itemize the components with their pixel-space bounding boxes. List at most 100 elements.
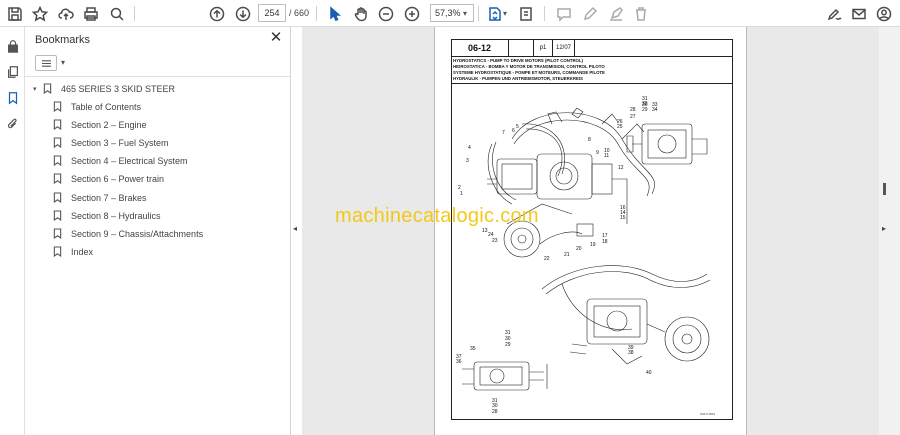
next-page-icon[interactable] <box>232 3 254 24</box>
svg-text:28: 28 <box>630 107 636 113</box>
bookmark-icon <box>53 191 63 204</box>
chevron-down-icon[interactable]: ▾ <box>61 58 65 67</box>
bookmark-icon <box>53 245 63 258</box>
bookmark-item[interactable]: Table of Contents <box>53 98 141 115</box>
svg-text:27: 27 <box>630 114 636 120</box>
delete-icon[interactable] <box>630 3 652 24</box>
bookmark-item[interactable]: Section 2 – Engine <box>53 116 147 133</box>
bookmark-item-label: Section 2 – Engine <box>71 119 147 130</box>
hydraulic-exploded-diagram: 12 34 56 78 9 10 1112 1314 1516 1718 1920… <box>456 96 711 415</box>
svg-text:2: 2 <box>458 185 461 191</box>
highlight-icon[interactable] <box>605 3 627 24</box>
close-icon[interactable]: ✕ <box>268 30 284 46</box>
bookmark-icon <box>53 100 63 113</box>
svg-text:4: 4 <box>468 145 471 151</box>
bookmark-item-label: Section 7 – Brakes <box>71 192 147 203</box>
svg-text:22: 22 <box>544 256 550 262</box>
bookmark-icon <box>53 209 63 222</box>
svg-text:1: 1 <box>460 191 463 197</box>
bookmark-icon <box>53 136 63 149</box>
svg-text:6: 6 <box>512 128 515 134</box>
svg-text:32: 32 <box>642 101 648 107</box>
bookmark-item[interactable]: Section 3 – Fuel System <box>53 134 169 151</box>
svg-text:35: 35 <box>470 346 476 352</box>
svg-text:21: 21 <box>564 252 570 258</box>
bookmark-item-label: Table of Contents <box>71 101 142 112</box>
bookmarks-panel-icon[interactable] <box>4 89 21 106</box>
comment-icon[interactable] <box>553 3 575 24</box>
svg-text:24: 24 <box>488 232 494 238</box>
svg-text:16: 16 <box>620 205 626 211</box>
main-toolbar: 254 / 660 57,3% ▾ ▾ <box>0 0 900 27</box>
bookmark-icon <box>53 172 63 185</box>
bookmark-item-label: Section 9 – Chassis/Attachments <box>71 228 204 239</box>
date-label: 12/07 <box>553 39 575 57</box>
section-code: 06-12 <box>451 39 509 57</box>
bookmark-item[interactable]: Section 8 – Hydraulics <box>53 207 161 224</box>
pen-icon[interactable] <box>579 3 601 24</box>
page-header: 06-12 p1 12/07 <box>451 39 733 57</box>
print-icon[interactable] <box>80 3 102 24</box>
zoom-dropdown-caret[interactable]: ▾ <box>463 9 467 18</box>
bookmark-item[interactable]: Section 9 – Chassis/Attachments <box>53 225 203 242</box>
page-number-input[interactable]: 254 <box>258 4 286 22</box>
svg-text:28: 28 <box>492 409 498 415</box>
zoom-level-field[interactable]: 57,3% <box>430 4 474 22</box>
bookmark-item[interactable]: Section 6 – Power train <box>53 170 164 187</box>
previous-page-icon[interactable] <box>206 3 228 24</box>
page-thumbnails-icon[interactable] <box>4 63 21 80</box>
sign-icon[interactable] <box>824 3 846 24</box>
navigation-rail <box>0 27 25 435</box>
options-list-icon <box>41 59 51 67</box>
scroll-mode-icon[interactable] <box>515 3 537 24</box>
title-de: HYDRAULIK - PUMPEN UND ANTRIEBSMOTOR, ST… <box>453 76 583 81</box>
search-icon[interactable] <box>106 3 128 24</box>
header-spacer <box>509 39 533 57</box>
svg-text:34: 34 <box>652 107 658 113</box>
collapse-chevron-icon[interactable]: ▾ <box>33 85 43 93</box>
bookmark-item[interactable]: Index <box>53 243 93 260</box>
svg-text:13: 13 <box>482 228 488 234</box>
bookmark-item-label: Section 3 – Fuel System <box>71 137 169 148</box>
cloud-upload-icon[interactable] <box>55 3 77 24</box>
svg-text:8: 8 <box>588 137 591 143</box>
svg-text:23: 23 <box>492 238 498 244</box>
svg-text:7: 7 <box>502 130 505 136</box>
select-cursor-icon[interactable] <box>324 3 346 24</box>
svg-text:36: 36 <box>456 359 462 365</box>
watermark-text: machinecatalogic.com <box>335 205 539 227</box>
zoom-in-icon[interactable] <box>401 3 423 24</box>
svg-text:39: 39 <box>628 345 634 351</box>
bookmark-item-label: Index <box>71 246 94 257</box>
page-fit-dropdown-caret[interactable]: ▾ <box>503 9 507 18</box>
svg-text:11: 11 <box>604 153 609 159</box>
scrollbar-thumb[interactable] <box>883 183 886 195</box>
bookmark-item[interactable]: Section 4 – Electrical System <box>53 152 188 169</box>
bookmark-star-icon[interactable] <box>29 3 51 24</box>
bookmark-options-button[interactable] <box>35 55 57 71</box>
svg-text:15: 15 <box>620 215 626 221</box>
attachments-icon[interactable] <box>4 115 21 132</box>
account-icon[interactable] <box>873 3 895 24</box>
expand-right-panel-handle-icon[interactable]: ▸ <box>882 224 888 234</box>
svg-text:12: 12 <box>618 165 624 171</box>
collapse-panel-handle-icon[interactable]: ◂ <box>293 224 299 234</box>
bookmark-item[interactable]: Section 7 – Brakes <box>53 189 147 206</box>
mail-icon[interactable] <box>848 3 870 24</box>
svg-text:20: 20 <box>576 246 582 252</box>
bookmark-item-label: Section 8 – Hydraulics <box>71 210 161 221</box>
panel-title: Bookmarks <box>35 34 91 46</box>
save-icon[interactable] <box>4 3 26 24</box>
svg-text:19: 19 <box>590 242 596 248</box>
svg-text:18: 18 <box>602 239 608 245</box>
bookmark-item-label: Section 4 – Electrical System <box>71 155 188 166</box>
bookmark-root-label: 465 SERIES 3 SKID STEER <box>61 83 176 94</box>
page-total-label: / 660 <box>289 8 310 18</box>
bookmark-root[interactable]: ▾ 465 SERIES 3 SKID STEER <box>33 80 175 97</box>
bookmark-item-label: Section 6 – Power train <box>71 173 165 184</box>
zoom-out-icon[interactable] <box>375 3 397 24</box>
hand-tool-icon[interactable] <box>350 3 372 24</box>
svg-text:9: 9 <box>596 150 599 156</box>
figure-code: S06-P1829 <box>700 412 716 416</box>
lock-icon[interactable] <box>4 37 21 54</box>
